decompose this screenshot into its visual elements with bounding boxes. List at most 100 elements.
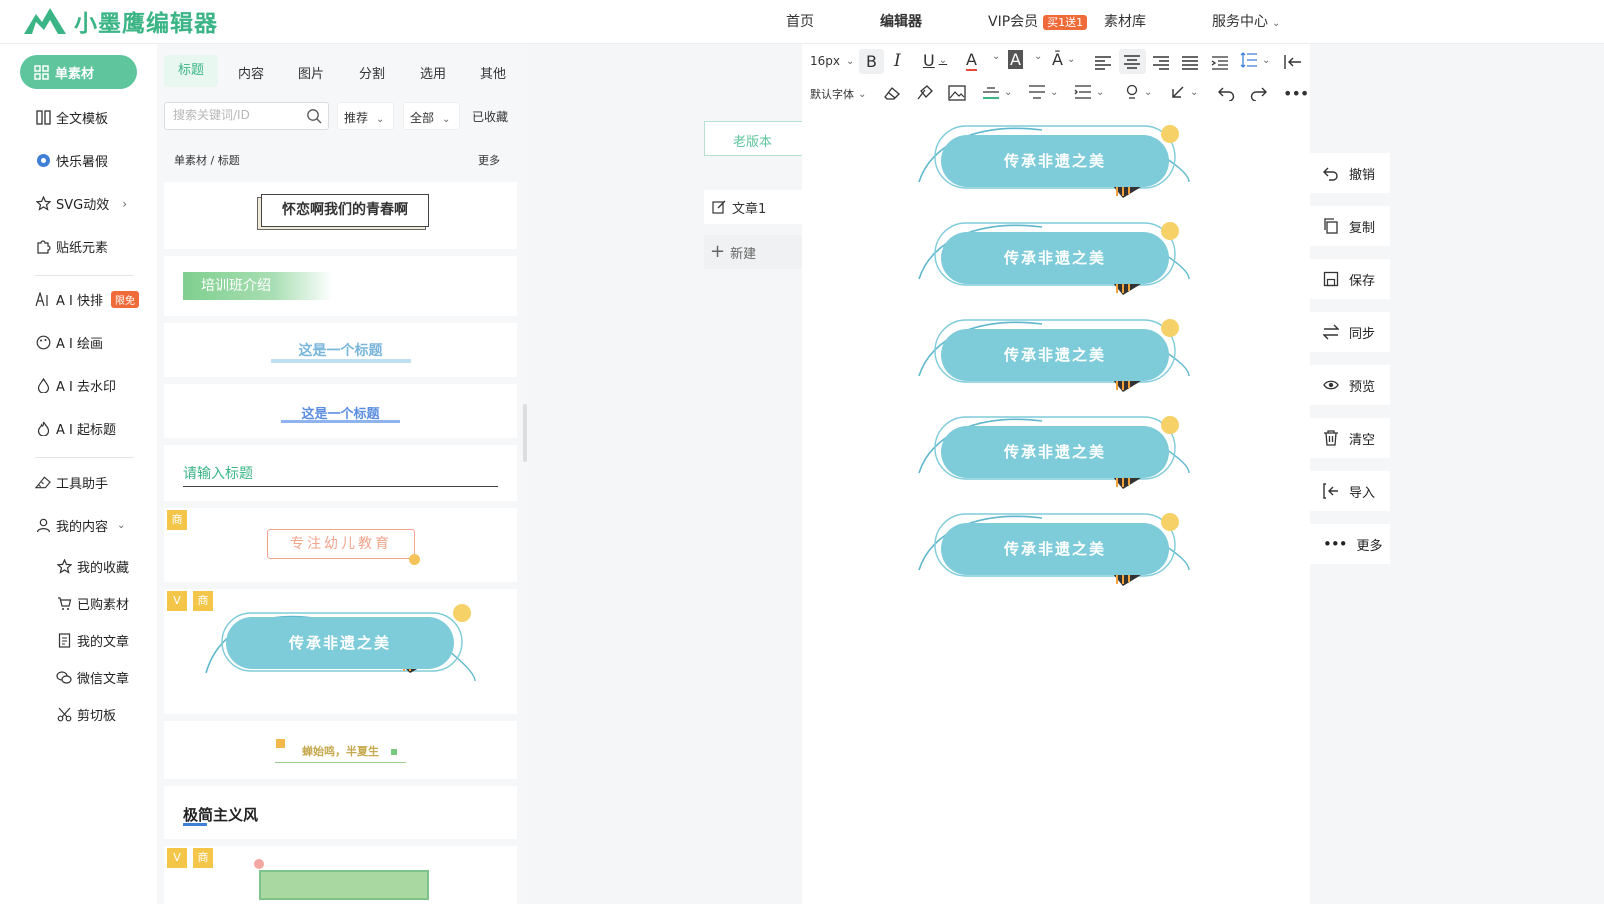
line-height-button[interactable]: ⌄: [1240, 52, 1270, 68]
new-document-button[interactable]: + 新建: [704, 235, 802, 269]
ai-pen-icon: [35, 292, 51, 308]
category-dropdown[interactable]: 全部 ⌄: [403, 102, 460, 130]
sidebar-item-ai-title[interactable]: A I 起标题: [35, 419, 116, 438]
sidebar-item-my-content[interactable]: 我的内容 ⌄: [35, 516, 125, 535]
logo[interactable]: 小墨鹰编辑器: [22, 4, 218, 38]
sidebar-item-ai-draw[interactable]: A I 绘画: [35, 333, 103, 352]
nav-service[interactable]: 服务中心 ⌄: [1212, 11, 1280, 31]
copy-action[interactable]: 复制: [1310, 206, 1390, 246]
scrollbar[interactable]: [523, 404, 527, 462]
sidebar-item-favorites[interactable]: 我的收藏: [56, 557, 129, 576]
more-action[interactable]: ••• 更多: [1310, 524, 1390, 564]
undo-action[interactable]: 撤销: [1310, 153, 1390, 193]
nav-editor[interactable]: 编辑器: [880, 11, 922, 31]
font-color-dropdown[interactable]: ⌄: [988, 51, 1000, 62]
nav-materials[interactable]: 素材库: [1104, 11, 1146, 31]
sidebar-item-clipboard[interactable]: 剪切板: [56, 705, 116, 724]
material-card[interactable]: 这是一个标题: [164, 323, 517, 377]
sidebar-item-templates[interactable]: 全文模板: [35, 108, 108, 127]
sidebar-item-stickers[interactable]: 贴纸元素: [35, 237, 108, 256]
sidebar-item-tools[interactable]: 工具助手: [35, 473, 108, 492]
eraser-icon[interactable]: [883, 85, 901, 101]
document-tab[interactable]: 文章1: [704, 190, 802, 224]
align-center-button[interactable]: [1119, 49, 1146, 74]
material-card[interactable]: V 商 传承非遗之美: [164, 589, 517, 714]
more-link[interactable]: 更多: [478, 152, 500, 168]
arrow-down-left-icon: [1172, 86, 1184, 98]
sidebar-item-ai-layout[interactable]: A I 快排 限免: [35, 290, 139, 309]
sort-dropdown[interactable]: 推荐 ⌄: [337, 102, 394, 130]
tab-divider[interactable]: 分割: [359, 59, 385, 86]
sidebar-item-purchased[interactable]: 已购素材: [56, 594, 129, 613]
chevron-down-icon: ⌄: [1034, 51, 1043, 62]
font-family-select[interactable]: 默认字体 ⌄: [810, 86, 866, 102]
material-card[interactable]: 商 专注幼儿教育: [164, 508, 517, 582]
preview-action[interactable]: 预览: [1310, 365, 1390, 405]
banner-text: 传承非遗之美: [941, 135, 1169, 187]
tab-image[interactable]: 图片: [298, 59, 324, 86]
sidebar-item-ai-watermark[interactable]: A I 去水印: [35, 376, 116, 395]
highlight-icon: A: [1010, 50, 1021, 69]
import-action[interactable]: 导入: [1310, 471, 1390, 511]
sidebar-item-single-material[interactable]: 单素材: [20, 55, 137, 89]
font-color-button[interactable]: A: [966, 50, 977, 71]
paragraph-spacing-button[interactable]: ⌄: [1074, 84, 1104, 100]
align-right-icon[interactable]: [1152, 55, 1170, 71]
material-card[interactable]: 培训班介绍: [164, 256, 517, 316]
favorites-filter[interactable]: 已收藏: [466, 102, 514, 130]
redo-icon[interactable]: [1250, 85, 1267, 101]
arrow-button[interactable]: ⌄: [1170, 84, 1198, 100]
save-action[interactable]: 保存: [1310, 259, 1390, 299]
action-label: 同步: [1349, 326, 1376, 342]
tab-title[interactable]: 标题: [164, 55, 218, 87]
highlight-button[interactable]: A: [1008, 50, 1023, 69]
material-card[interactable]: 这是一个标题: [164, 384, 517, 438]
wechat-icon: [56, 670, 72, 686]
material-card[interactable]: 请输入标题: [164, 445, 517, 501]
sync-action[interactable]: 同步: [1310, 312, 1390, 352]
justify-icon[interactable]: [1181, 55, 1199, 71]
text-effect-button[interactable]: Ā ⌄: [1052, 50, 1075, 69]
more-tools-button[interactable]: •••: [1283, 84, 1309, 103]
material-card[interactable]: 极简主义风: [164, 786, 517, 839]
align-left-icon[interactable]: [1094, 55, 1112, 71]
image-icon[interactable]: [948, 85, 966, 101]
search-icon[interactable]: [306, 108, 322, 124]
tab-other[interactable]: 其他: [480, 59, 506, 86]
editor-banner[interactable]: 传承非遗之美: [917, 316, 1192, 394]
sidebar-item-wechat[interactable]: 微信文章: [56, 668, 129, 687]
bold-button[interactable]: B: [859, 49, 884, 74]
material-card[interactable]: 蝉始鸣，半夏生: [164, 721, 517, 779]
underline-button[interactable]: U ⌄: [923, 51, 947, 70]
clear-action[interactable]: 清空: [1310, 418, 1390, 458]
highlight-dropdown[interactable]: ⌄: [1030, 51, 1042, 62]
italic-button[interactable]: I: [894, 51, 901, 71]
editor-banner[interactable]: 传承非遗之美: [917, 219, 1192, 297]
nav-vip[interactable]: VIP会员 买1送1: [988, 11, 1088, 31]
sidebar-item-summer[interactable]: 快乐暑假: [35, 151, 108, 170]
spacing-button[interactable]: ⌄: [1028, 84, 1058, 100]
exit-format-icon[interactable]: [1284, 54, 1302, 70]
editor-banner[interactable]: 传承非遗之美: [917, 413, 1192, 491]
editor-banner[interactable]: 传承非遗之美: [917, 122, 1192, 200]
sidebar-item-my-articles[interactable]: 我的文章: [56, 631, 129, 650]
nav-vip-label: VIP会员: [988, 14, 1039, 30]
material-card[interactable]: V 商: [164, 846, 517, 904]
sidebar-divider: [35, 457, 134, 458]
bulb-button[interactable]: ⌄: [1124, 84, 1152, 100]
sidebar-item-svg[interactable]: SVG动效 ›: [35, 194, 127, 213]
nav-home[interactable]: 首页: [786, 11, 814, 31]
indent-icon[interactable]: [1211, 55, 1229, 71]
font-size-select[interactable]: 16px ⌄: [810, 54, 854, 68]
chevron-down-icon: ⌄: [1050, 86, 1059, 98]
border-button[interactable]: ⌄: [982, 84, 1012, 100]
format-painter-icon[interactable]: [915, 85, 933, 101]
search-input[interactable]: [173, 108, 297, 122]
material-card[interactable]: 怀恋啊我们的青春啊: [164, 182, 517, 249]
old-version-button[interactable]: 老版本: [704, 121, 802, 156]
undo-icon[interactable]: [1218, 85, 1235, 101]
card-title-text: 怀恋啊我们的青春啊: [261, 194, 429, 227]
tab-content[interactable]: 内容: [238, 59, 264, 86]
tab-selected[interactable]: 选用: [420, 59, 446, 86]
editor-banner[interactable]: 传承非遗之美: [917, 510, 1192, 588]
